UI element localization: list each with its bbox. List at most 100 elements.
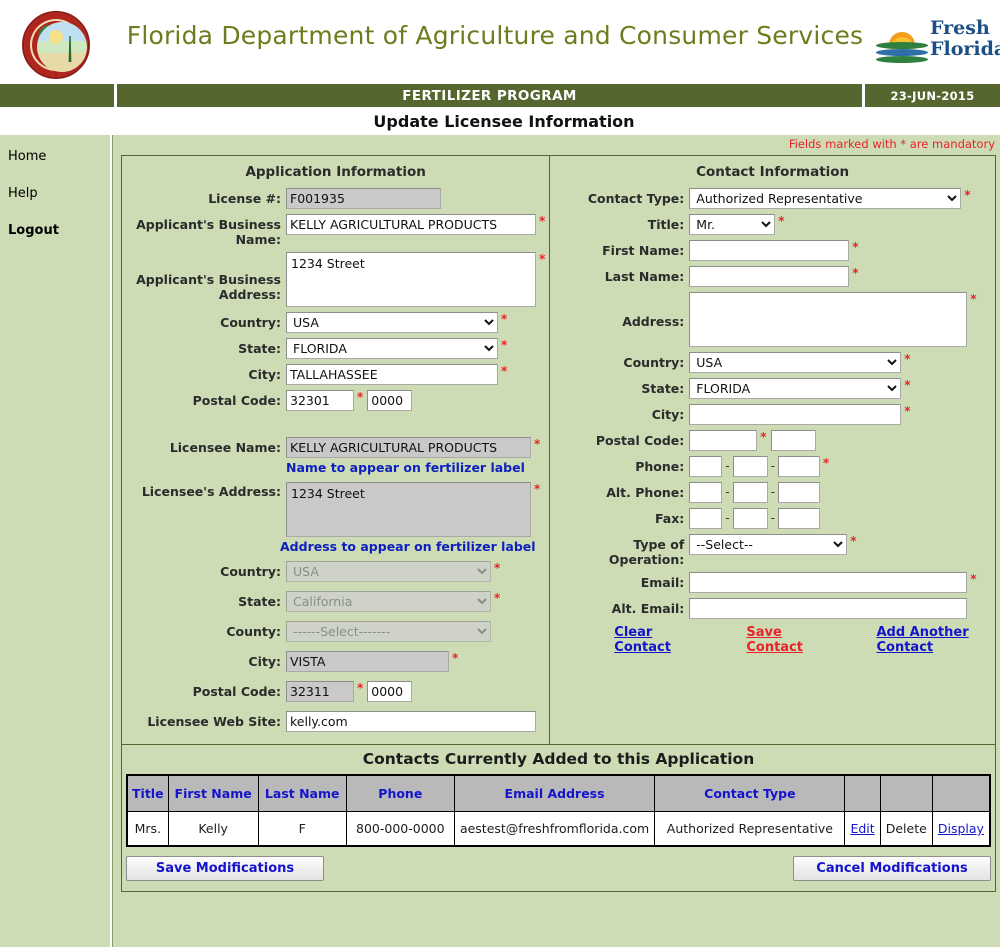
contacts-table-head: Title First Name Last Name Phone Email A…	[126, 774, 991, 812]
contact-first-name-label: First Name:	[602, 243, 685, 258]
contact-last-name-input[interactable]	[689, 266, 850, 287]
contact-alt-phone-line-input[interactable]	[777, 482, 820, 503]
licensee-website-input[interactable]	[286, 711, 536, 732]
required-asterisk: *	[494, 591, 501, 605]
required-asterisk: *	[452, 651, 459, 665]
required-asterisk: *	[494, 561, 501, 575]
save-contact-link[interactable]: Save Contact	[746, 625, 818, 655]
licensee-city-input	[286, 651, 449, 672]
type-of-operation-select[interactable]: --Select--	[689, 534, 848, 555]
required-asterisk: *	[970, 292, 977, 306]
contacts-table-body: Mrs. Kelly F 800-000-0000 aestest@freshf…	[126, 811, 991, 847]
contact-fax-line-input[interactable]	[777, 508, 820, 529]
contact-state-label: State:	[641, 381, 685, 396]
field-licensee-address: Licensee's Address: 1234 Street *	[126, 482, 545, 537]
contact-fax-prefix-input[interactable]	[732, 508, 768, 529]
form-panel-row: Application Information License #: Appli…	[122, 156, 995, 744]
contact-email-input[interactable]	[689, 572, 968, 593]
required-asterisk: *	[904, 378, 911, 392]
display-contact-link[interactable]: Display	[938, 821, 984, 836]
field-contact-alt-phone: Alt. Phone: - -	[554, 482, 991, 503]
edit-contact-link[interactable]: Edit	[850, 821, 874, 836]
field-contact-alt-email: Alt. Email:	[554, 598, 991, 619]
page-title: Update Licensee Information	[0, 107, 1000, 135]
field-contact-phone: Phone: - - *	[554, 456, 991, 477]
column-header-title: Title	[126, 774, 169, 812]
applicant-business-name-input[interactable]	[286, 214, 536, 235]
sidebar: Home Help Logout	[0, 135, 112, 947]
contact-title-select[interactable]: Mr.	[689, 214, 776, 235]
applicant-postal-code-ext-input[interactable]	[367, 390, 413, 411]
field-contact-first-name: First Name: *	[554, 240, 991, 261]
required-asterisk: *	[904, 404, 911, 418]
florida-state-seal-icon	[18, 11, 98, 79]
phone-separator-dash: -	[725, 459, 730, 473]
required-asterisk: *	[760, 430, 767, 444]
cancel-modifications-button[interactable]: Cancel Modifications	[793, 856, 991, 881]
program-name: FERTILIZER PROGRAM	[402, 87, 577, 104]
contact-email-label: Email:	[640, 575, 685, 590]
field-contact-address: Address: *	[554, 292, 991, 347]
sidebar-item-logout[interactable]: Logout	[8, 223, 110, 238]
cell-first-name: Kelly	[167, 811, 259, 847]
contact-alt-email-input[interactable]	[689, 598, 968, 619]
contacts-table-wrapper: Title First Name Last Name Phone Email A…	[122, 774, 995, 847]
licensee-postal-code-input	[286, 681, 354, 702]
field-licensee-state: State: California *	[126, 591, 545, 612]
contact-first-name-input[interactable]	[689, 240, 850, 261]
masthead: Florida Department of Agriculture and Co…	[0, 0, 1000, 84]
contact-phone-area-input[interactable]	[689, 456, 723, 477]
cell-edit[interactable]: Edit	[844, 811, 881, 847]
contact-information-heading: Contact Information	[696, 164, 850, 180]
applicant-state-select[interactable]: FLORIDA	[286, 338, 498, 359]
cell-last-name: F	[257, 811, 347, 847]
required-asterisk: *	[357, 390, 364, 404]
contact-phone-line-input[interactable]	[777, 456, 820, 477]
applicant-postal-code-label: Postal Code:	[192, 393, 281, 408]
licensee-county-label: County:	[226, 624, 281, 639]
contact-fax-area-input[interactable]	[689, 508, 723, 529]
contact-postal-code-ext-input[interactable]	[770, 430, 816, 451]
licensee-country-select: USA	[286, 561, 491, 582]
applicant-postal-code-input[interactable]	[286, 390, 354, 411]
sidebar-item-help[interactable]: Help	[8, 186, 110, 201]
cell-display[interactable]: Display	[931, 811, 991, 847]
applicant-city-input[interactable]	[286, 364, 498, 385]
contact-postal-code-input[interactable]	[689, 430, 758, 451]
required-asterisk: *	[357, 681, 364, 695]
cell-delete[interactable]: Delete	[879, 811, 933, 847]
field-licensee-name: Licensee Name: *	[126, 437, 545, 458]
licensee-postal-code-label: Postal Code:	[192, 684, 281, 699]
field-contact-city: City: *	[554, 404, 991, 425]
required-asterisk: *	[539, 214, 546, 228]
contact-type-select[interactable]: Authorized Representative	[689, 188, 962, 209]
contact-city-input[interactable]	[689, 404, 902, 425]
contact-address-textarea[interactable]	[689, 292, 968, 347]
contact-postal-code-label: Postal Code:	[595, 433, 685, 448]
required-asterisk: *	[970, 572, 977, 586]
field-licensee-county: County: ------Select-------	[126, 621, 545, 642]
sidebar-item-home[interactable]: Home	[8, 149, 110, 164]
licensee-postal-code-ext-input[interactable]	[367, 681, 413, 702]
contact-city-label: City:	[651, 407, 685, 422]
contact-state-select[interactable]: FLORIDA	[689, 378, 902, 399]
required-asterisk: *	[904, 352, 911, 366]
field-contact-fax: Fax: - -	[554, 508, 991, 529]
save-modifications-button[interactable]: Save Modifications	[126, 856, 324, 881]
add-another-contact-link[interactable]: Add Another Contact	[876, 625, 991, 655]
required-asterisk: *	[534, 437, 541, 451]
applicant-country-select[interactable]: USA	[286, 312, 498, 333]
column-header-phone: Phone	[345, 774, 455, 812]
applicant-business-address-textarea[interactable]: 1234 Street	[286, 252, 536, 307]
contact-alt-phone-prefix-input[interactable]	[732, 482, 768, 503]
phone-separator-dash: -	[725, 485, 730, 499]
contact-phone-prefix-input[interactable]	[732, 456, 768, 477]
contact-actions: Clear Contact Save Contact Add Another C…	[564, 625, 991, 655]
contact-country-select[interactable]: USA	[689, 352, 902, 373]
field-applicant-state: State: FLORIDA *	[126, 338, 545, 359]
type-of-operation-label: Type of Operation:	[608, 537, 685, 567]
licensee-name-label: Licensee Name:	[169, 440, 281, 455]
contact-alt-phone-area-input[interactable]	[689, 482, 723, 503]
required-asterisk: *	[534, 482, 541, 496]
clear-contact-link[interactable]: Clear Contact	[614, 625, 688, 655]
